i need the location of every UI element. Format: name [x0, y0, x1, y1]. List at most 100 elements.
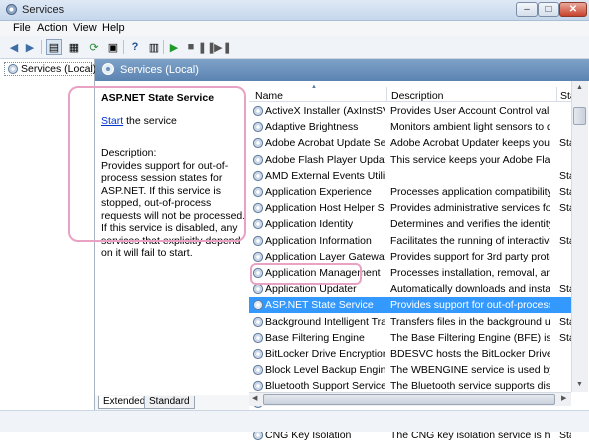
vertical-scroll-thumb[interactable] — [573, 107, 586, 125]
start-service-icon[interactable]: ▶ — [166, 39, 182, 55]
tab-extended[interactable]: Extended — [98, 396, 151, 409]
restart-service-icon[interactable]: ▶❚ — [214, 39, 232, 55]
export-list-icon[interactable]: ▣ — [105, 39, 121, 55]
service-gear-icon — [252, 122, 264, 133]
service-status: Sta — [559, 331, 571, 344]
service-row[interactable]: Application Information Facilitates the r… — [249, 233, 571, 249]
service-gear-icon — [252, 316, 264, 327]
service-row[interactable]: Application Experience Processes applicat… — [249, 184, 571, 200]
service-name: Adobe Acrobat Update Service — [265, 137, 385, 150]
window-title: Services — [22, 4, 65, 16]
minimize-button[interactable]: – — [516, 2, 538, 17]
service-name: Base Filtering Engine — [265, 331, 365, 344]
service-name: Application Experience — [265, 186, 372, 198]
service-name: Application Layer Gateway Service — [265, 250, 385, 263]
scroll-up-icon[interactable]: ▲ — [576, 84, 583, 91]
menu-help[interactable]: Help — [102, 22, 125, 34]
service-row[interactable]: Adaptive Brightness Monitors ambient ligh… — [249, 119, 571, 135]
service-description: Monitors ambient light sensors to detect… — [390, 121, 550, 134]
toolbar-separator — [41, 40, 42, 54]
service-name: Adaptive Brightness — [265, 121, 359, 134]
service-status: Sta — [559, 137, 571, 150]
horizontal-scroll-thumb[interactable] — [263, 394, 555, 405]
service-gear-icon — [252, 186, 264, 198]
scroll-down-icon[interactable]: ▼ — [576, 381, 583, 388]
service-name: Bluetooth Support Service — [265, 380, 385, 393]
refresh-icon[interactable]: ⟳ — [86, 39, 102, 55]
column-name[interactable]: Name — [255, 90, 283, 102]
menu-view[interactable]: View — [73, 22, 97, 34]
service-description: The Bluetooth service supports discovery… — [390, 380, 550, 393]
stop-service-icon[interactable]: ■ — [183, 39, 199, 55]
service-name: Application Host Helper Service — [265, 202, 385, 215]
service-name: Block Level Backup Engine Service — [265, 364, 385, 377]
service-row[interactable]: Application Identity Determines and verif… — [249, 216, 571, 232]
service-description: Adobe Acrobat Updater keeps your Adob... — [390, 137, 550, 150]
service-description: The Base Filtering Engine (BFE) is a ser… — [390, 331, 550, 344]
service-name: BitLocker Drive Encryption Service — [265, 348, 385, 360]
toolbar-separator — [123, 40, 124, 54]
service-status: Sta — [559, 186, 571, 198]
header-title: Services (Local) — [120, 64, 199, 76]
services-gear-icon — [8, 64, 18, 74]
service-description: Provides support for 3rd party protocol … — [390, 250, 550, 263]
service-status: Sta — [559, 202, 571, 215]
service-name: Application Identity — [265, 218, 354, 231]
column-separator[interactable] — [556, 87, 557, 101]
column-description[interactable]: Description — [391, 90, 444, 102]
console-icon[interactable]: ▥ — [146, 39, 162, 55]
title-bar — [0, 0, 589, 21]
service-row[interactable]: Block Level Backup Engine Service The WBE… — [249, 362, 571, 378]
scroll-right-icon[interactable]: ▶ — [561, 394, 566, 402]
column-status[interactable]: Sta — [560, 90, 571, 102]
back-arrow-icon[interactable]: ◀ — [6, 39, 22, 55]
service-row[interactable]: ActiveX Installer (AxInstSV) Provides Use… — [249, 103, 571, 119]
service-name: AMD External Events Utility — [265, 169, 385, 182]
services-gear-icon — [102, 63, 114, 75]
menu-file[interactable]: File — [13, 22, 31, 34]
sort-up-icon: ▲ — [311, 84, 317, 90]
close-button[interactable]: ✕ — [559, 2, 587, 17]
service-name: Background Intelligent Transfer Service — [265, 315, 385, 328]
service-row[interactable]: Application Host Helper Service Provides … — [249, 200, 571, 216]
service-gear-icon — [252, 300, 264, 311]
column-separator[interactable] — [386, 87, 387, 101]
service-description: This service keeps your Adobe Flash Pla.… — [390, 153, 550, 166]
service-name: Adobe Flash Player Update Service — [265, 153, 385, 166]
scroll-left-icon[interactable]: ◀ — [252, 394, 257, 402]
service-gear-icon — [252, 138, 264, 149]
service-row[interactable]: AMD External Events Utility Sta — [249, 168, 571, 184]
service-gear-icon — [252, 203, 264, 214]
service-name: ActiveX Installer (AxInstSV) — [265, 105, 385, 117]
maximize-button[interactable]: □ — [538, 2, 559, 17]
tab-standard[interactable]: Standard — [144, 396, 195, 409]
tree-item-label: Services (Local) — [21, 63, 97, 75]
service-description: Processes installation, removal, and enu… — [390, 267, 550, 279]
service-gear-icon — [252, 170, 264, 181]
service-gear-icon — [252, 219, 264, 230]
service-row[interactable]: Adobe Flash Player Update Service This se… — [249, 152, 571, 168]
properties-icon[interactable]: ▦ — [66, 39, 82, 55]
service-gear-icon — [252, 332, 264, 343]
service-status: Sta — [559, 169, 571, 182]
service-description: Determines and verifies the identity of … — [390, 218, 550, 231]
service-name: Application Information — [265, 234, 372, 247]
service-description: Processes application compatibility cach… — [390, 186, 550, 198]
menu-action[interactable]: Action — [37, 22, 68, 34]
service-gear-icon — [252, 381, 264, 392]
service-description: The WBENGINE service is used by Windo... — [390, 364, 550, 377]
service-row[interactable]: Background Intelligent Transfer Service T… — [249, 314, 571, 330]
show-tree-icon[interactable]: ▤ — [46, 39, 62, 55]
vertical-scrollbar[interactable] — [571, 81, 588, 392]
service-row[interactable]: Adobe Acrobat Update Service Adobe Acroba… — [249, 135, 571, 151]
forward-arrow-icon[interactable]: ▶ — [22, 39, 38, 55]
service-row[interactable]: Base Filtering Engine The Base Filtering … — [249, 330, 571, 346]
service-row[interactable]: ASP.NET State Service Provides support fo… — [249, 297, 571, 314]
help-icon[interactable]: ? — [127, 39, 143, 55]
service-row[interactable]: BitLocker Drive Encryption Service BDESVC… — [249, 346, 571, 362]
service-name: ASP.NET State Service — [265, 299, 374, 312]
service-description: Provides support for out-of-process sess… — [390, 299, 550, 312]
services-gear-icon — [6, 4, 17, 15]
pause-service-icon[interactable]: ❚❚ — [198, 39, 216, 55]
service-gear-icon — [252, 365, 264, 376]
